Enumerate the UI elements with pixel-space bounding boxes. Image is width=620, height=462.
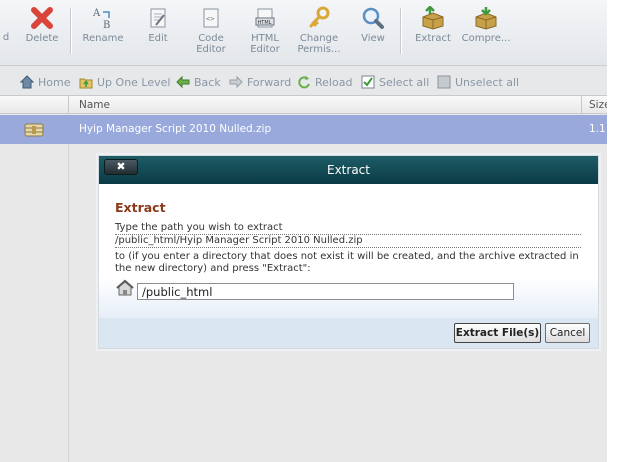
up-one-level-label: Up One Level <box>97 76 171 89</box>
unchecked-box-icon <box>437 75 451 89</box>
edit-label: Edit <box>148 33 168 44</box>
file-name: Hyip Manager Script 2010 Nulled.zip <box>79 123 272 135</box>
toolbar-partial-text: d <box>2 32 10 43</box>
extract-button[interactable]: Extract <box>411 6 455 44</box>
toolbar-separator <box>70 8 71 54</box>
code-editor-button[interactable]: <> Code Editor <box>191 6 231 55</box>
dialog-title: Extract <box>327 163 370 177</box>
toolbar-partial-label[interactable]: d <box>0 32 12 43</box>
file-table-header: Name Size <box>0 95 607 114</box>
view-label: View <box>361 33 385 44</box>
html-editor-label-1: HTML <box>251 33 279 44</box>
key-icon <box>309 6 330 28</box>
folder-up-icon <box>79 78 93 89</box>
column-divider <box>68 144 69 462</box>
code-editor-label-1: Code <box>198 33 224 44</box>
html-editor-label-2: Editor <box>250 44 280 55</box>
back-label: Back <box>194 76 221 89</box>
back-link[interactable]: Back <box>176 75 221 89</box>
file-size-cell: 1.1 <box>589 123 606 135</box>
delete-label: Delete <box>25 33 59 44</box>
compress-button[interactable]: Compre... <box>461 6 511 44</box>
forward-label: Forward <box>247 76 292 89</box>
extract-files-button[interactable]: Extract File(s) <box>454 323 541 343</box>
home-icon <box>19 75 35 89</box>
reload-link[interactable]: Reload <box>297 75 352 89</box>
navigation-bar: Home Up One Level Back Forward Reload Se… <box>0 67 607 95</box>
edit-button[interactable]: Edit <box>140 6 176 44</box>
dialog-note: to (if you enter a directory that does n… <box>115 251 579 274</box>
column-header-size-label: Size <box>589 99 607 111</box>
change-permissions-label-1: Change <box>299 33 339 44</box>
archive-icon <box>24 123 44 137</box>
cancel-button[interactable]: Cancel <box>545 323 590 343</box>
compress-box-icon <box>475 7 497 30</box>
file-manager-window: d Delete A B Rename Edit <> Code Editor … <box>0 0 607 462</box>
file-name-cell[interactable]: Hyip Manager Script 2010 Nulled.zip <box>79 123 271 135</box>
select-all-label: Select all <box>379 76 430 89</box>
change-permissions-label-2: Permis... <box>297 44 341 55</box>
unselect-all-label: Unselect all <box>455 76 520 89</box>
reload-label: Reload <box>315 76 353 89</box>
dialog-prompt: Type the path you wish to extract <box>115 222 283 233</box>
svg-text:A: A <box>92 8 101 19</box>
back-arrow-icon <box>176 75 190 89</box>
edit-icon <box>150 8 166 28</box>
dialog-footer: Extract File(s) Cancel <box>99 318 598 348</box>
home-icon <box>116 279 134 296</box>
magnifier-icon <box>362 7 384 29</box>
extract-label: Extract <box>415 33 451 44</box>
delete-button[interactable]: Delete <box>22 6 62 44</box>
rename-button[interactable]: A B Rename <box>80 6 126 44</box>
forward-link[interactable]: Forward <box>229 75 291 89</box>
view-button[interactable]: View <box>356 6 390 44</box>
extract-box-icon <box>422 6 444 30</box>
rename-icon: A B <box>92 8 110 30</box>
close-icon: ✖ <box>116 160 126 173</box>
checked-box-icon <box>361 75 375 89</box>
column-divider <box>68 96 69 114</box>
unselect-all-link[interactable]: Unselect all <box>437 75 519 89</box>
svg-text:B: B <box>103 20 110 30</box>
dialog-heading: Extract <box>115 200 166 215</box>
code-editor-label-2: Editor <box>196 44 226 55</box>
delete-icon <box>31 7 53 29</box>
compress-label: Compre... <box>461 33 511 44</box>
change-permissions-button[interactable]: Change Permis... <box>294 6 344 55</box>
dialog-title-bar: Extract ✖ <box>99 156 598 184</box>
html-editor-icon: HTML <box>255 8 275 28</box>
column-header-name-label: Name <box>79 99 110 111</box>
svg-text:<>: <> <box>206 15 214 23</box>
reload-icon <box>298 76 310 89</box>
extract-dialog: Extract ✖ Extract Type the path you wish… <box>98 155 599 349</box>
dialog-body: Extract Type the path you wish to extrac… <box>99 184 598 318</box>
table-row[interactable]: Hyip Manager Script 2010 Nulled.zip 1.1 <box>0 115 607 144</box>
html-editor-button[interactable]: HTML HTML Editor <box>245 6 285 55</box>
source-path: /public_html/Hyip Manager Script 2010 Nu… <box>115 234 581 248</box>
forward-arrow-icon <box>229 75 243 89</box>
column-header-size[interactable]: Size <box>589 99 607 111</box>
html-icon-text: HTML <box>258 20 272 26</box>
select-all-link[interactable]: Select all <box>361 75 429 89</box>
toolbar: d Delete A B Rename Edit <> Code Editor … <box>0 0 607 66</box>
file-size: 1.1 <box>589 123 606 135</box>
column-header-name[interactable]: Name <box>79 99 110 111</box>
target-path-input[interactable] <box>137 283 514 300</box>
home-link[interactable]: Home <box>19 75 71 89</box>
column-divider <box>581 96 582 114</box>
close-button[interactable]: ✖ <box>104 159 138 175</box>
rename-label: Rename <box>82 33 124 44</box>
toolbar-separator <box>400 8 401 54</box>
code-editor-icon: <> <box>203 8 219 28</box>
up-one-level-link[interactable]: Up One Level <box>79 75 170 89</box>
home-label: Home <box>38 76 71 89</box>
